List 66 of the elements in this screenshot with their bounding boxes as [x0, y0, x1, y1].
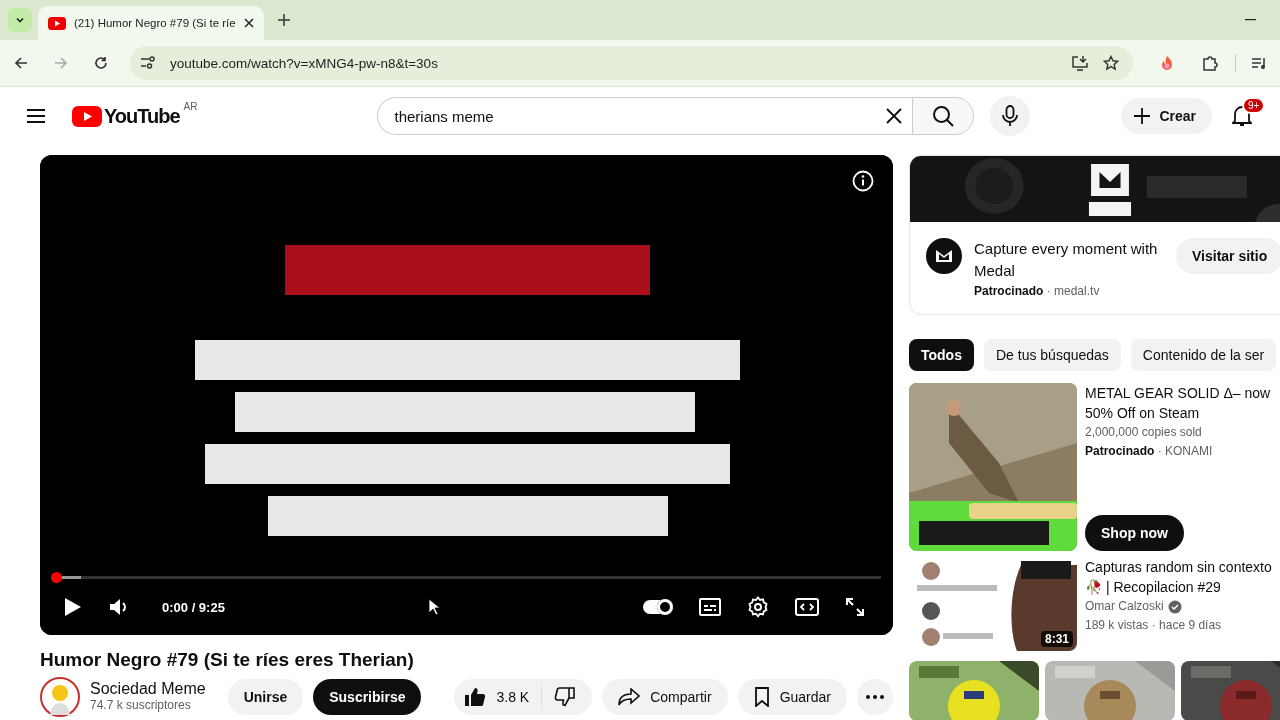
- more-icon: [866, 695, 884, 699]
- video-title[interactable]: METAL GEAR SOLID Δ– now 50% Off on Steam: [1085, 383, 1280, 423]
- create-button[interactable]: Crear: [1121, 98, 1212, 134]
- join-button[interactable]: Unirse: [227, 679, 304, 715]
- flame-icon[interactable]: [1159, 55, 1175, 71]
- minimize-icon[interactable]: [1245, 19, 1256, 21]
- ad-description: 2,000,000 copies sold: [1085, 424, 1203, 441]
- address-bar[interactable]: youtube.com/watch?v=xMNG4-pw-n8&t=30s: [130, 46, 1133, 80]
- time-display: 0:00 / 9:25: [162, 599, 225, 615]
- install-icon[interactable]: [1071, 55, 1089, 71]
- channel-name[interactable]: Omar Calzoski: [1085, 597, 1164, 616]
- settings-icon[interactable]: [747, 596, 769, 618]
- more-button[interactable]: [857, 679, 893, 715]
- star-icon[interactable]: [1103, 55, 1119, 71]
- filter-chip[interactable]: Todos: [909, 339, 974, 371]
- search-field[interactable]: therians meme: [377, 97, 913, 135]
- cursor-icon: [427, 598, 440, 616]
- ad-headline[interactable]: Capture every moment with Medal: [974, 238, 1164, 282]
- plus-icon: [1133, 107, 1152, 125]
- thumbs-up-icon: [464, 687, 487, 707]
- microphone-button[interactable]: [990, 96, 1031, 136]
- ad-byline: Patrocinado · KONAMI: [1085, 443, 1214, 460]
- fullscreen-icon[interactable]: [845, 597, 865, 617]
- ad-byline: Patrocinado · medal.tv: [974, 284, 1101, 298]
- bookmark-icon: [753, 687, 770, 707]
- info-icon[interactable]: [852, 170, 874, 192]
- subscribe-button[interactable]: Suscribirse: [313, 679, 422, 715]
- country-code: AR: [183, 101, 198, 112]
- subtitles-icon[interactable]: [699, 598, 721, 616]
- video-stats: 189 k vistas · hace 9 días: [1085, 617, 1223, 634]
- subscriber-count: 74.7 k suscriptores: [90, 697, 192, 714]
- site-settings-icon[interactable]: [140, 56, 156, 70]
- theater-mode-icon[interactable]: [795, 598, 819, 616]
- tab-search-button[interactable]: [8, 8, 32, 32]
- share-button[interactable]: Compartir: [602, 679, 728, 715]
- save-button[interactable]: Guardar: [737, 679, 847, 715]
- search-icon: [932, 105, 955, 127]
- search-button[interactable]: [912, 97, 975, 135]
- play-icon[interactable]: [64, 597, 82, 617]
- extensions-icon[interactable]: [1201, 54, 1219, 72]
- clear-icon[interactable]: [886, 108, 903, 124]
- channel-avatar[interactable]: [40, 677, 80, 717]
- filter-chip[interactable]: De tus búsquedas: [983, 339, 1121, 371]
- microphone-icon: [1002, 105, 1019, 127]
- filter-chip[interactable]: Contenido de la ser: [1130, 339, 1277, 371]
- notification-badge: 9+: [1242, 97, 1266, 114]
- share-icon: [618, 688, 641, 706]
- visit-site-button[interactable]: Visitar sitio: [1176, 238, 1280, 274]
- browser-tab[interactable]: (21) Humor Negro #79 (Si te ríe: [38, 6, 264, 40]
- youtube-icon: [48, 16, 66, 30]
- shop-button[interactable]: Shop now: [1085, 515, 1184, 551]
- media-icon[interactable]: [1252, 57, 1266, 69]
- back-icon[interactable]: [14, 56, 28, 70]
- advertiser-logo[interactable]: [926, 238, 962, 274]
- menu-icon[interactable]: [26, 108, 46, 124]
- autoplay-toggle[interactable]: [643, 600, 673, 614]
- volume-icon[interactable]: [108, 597, 128, 617]
- thumbs-down-icon: [554, 687, 577, 707]
- close-icon[interactable]: [243, 18, 254, 28]
- channel-name[interactable]: Sociedad Meme: [90, 680, 206, 697]
- video-title[interactable]: Capturas random sin contexto 🥀 | Recopilacion #29: [1085, 557, 1280, 597]
- video-title: Humor Negro #79 (Si te ríes eres Therian): [40, 649, 415, 671]
- youtube-logo[interactable]: YouTube: [72, 104, 180, 128]
- video-duration: 8:31: [1040, 631, 1073, 647]
- reload-icon[interactable]: [94, 56, 108, 70]
- new-tab-icon[interactable]: [277, 14, 290, 26]
